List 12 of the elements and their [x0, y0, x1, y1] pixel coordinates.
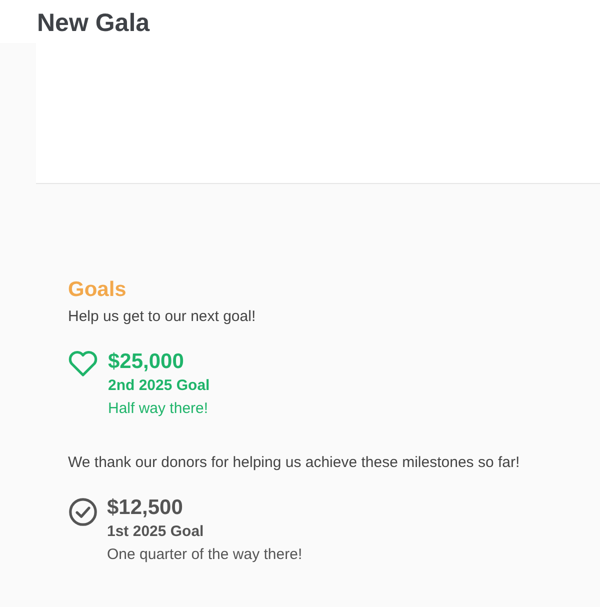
goal-name: 1st 2025 Goal	[107, 522, 204, 542]
goal-note: One quarter of the way there!	[107, 545, 302, 565]
page-title: New Gala	[37, 8, 150, 38]
heart-icon	[68, 350, 98, 378]
section-intro: We thank our donors for helping us achieve these milestones so far!	[68, 453, 520, 473]
section-intro: Help us get to our next goal!	[68, 307, 256, 327]
goal-note: Half way there!	[108, 399, 208, 419]
goals-heading: Goals	[68, 277, 126, 303]
goal-amount: $12,500	[107, 495, 183, 521]
goal-name: 2nd 2025 Goal	[108, 376, 210, 396]
check-circle-icon	[69, 498, 97, 526]
goal-amount: $25,000	[108, 349, 184, 375]
